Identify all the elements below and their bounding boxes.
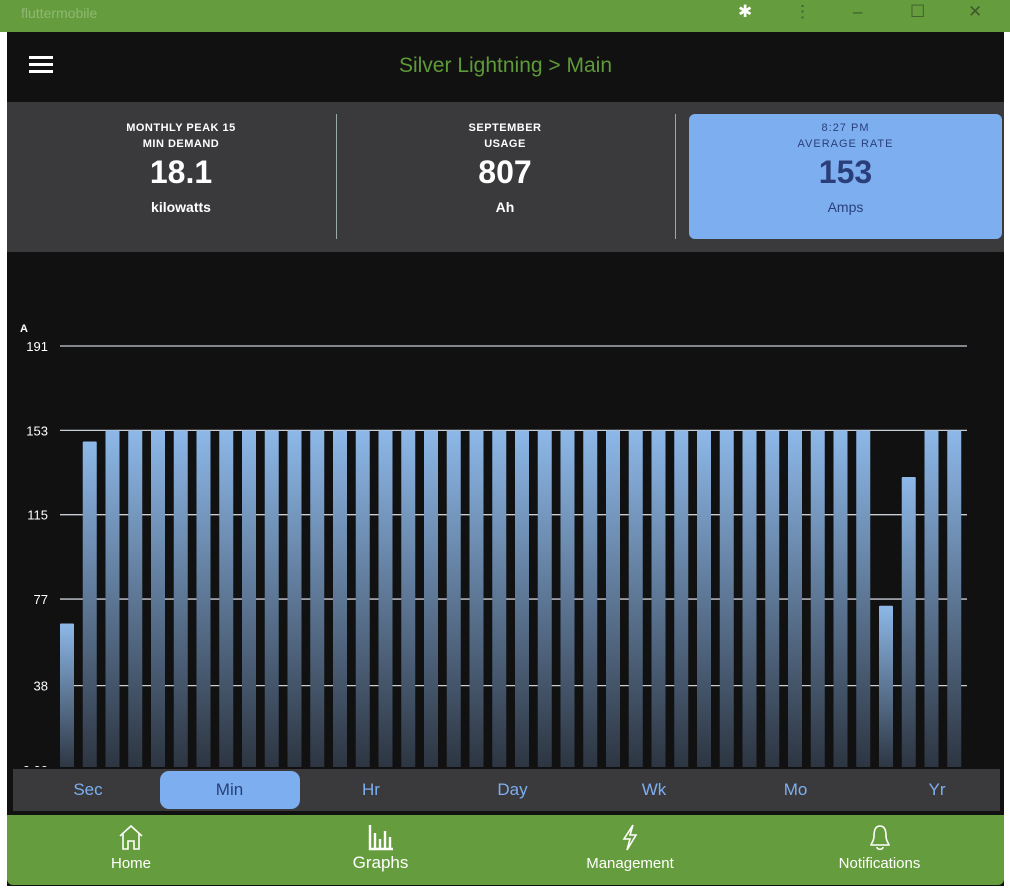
- stat-label: MONTHLY PEAK 15: [126, 122, 236, 134]
- app: Silver Lightning > Main MONTHLY PEAK 15 M…: [7, 32, 1004, 886]
- tab-min[interactable]: Min: [159, 771, 300, 809]
- bar[interactable]: [287, 430, 302, 767]
- nav-label: Graphs: [352, 853, 409, 872]
- bar[interactable]: [833, 430, 848, 767]
- tab-sec[interactable]: Sec: [18, 771, 158, 809]
- bar[interactable]: [788, 430, 802, 767]
- bar[interactable]: [173, 430, 188, 767]
- minimize-button[interactable]: –: [853, 2, 862, 22]
- stat-value: 153: [818, 154, 873, 190]
- bar[interactable]: [401, 430, 416, 767]
- bar[interactable]: [424, 430, 438, 767]
- bar[interactable]: [901, 476, 916, 767]
- stat-card-average-rate[interactable]: 8:27 PM AVERAGE RATE 153 Amps: [689, 114, 1002, 239]
- bar[interactable]: [310, 430, 325, 767]
- bar[interactable]: [128, 430, 143, 767]
- stat-label: MIN DEMAND: [142, 138, 220, 150]
- bar[interactable]: [446, 430, 461, 767]
- stat-unit: kilowatts: [151, 199, 211, 215]
- bar[interactable]: [606, 430, 620, 767]
- more-icon[interactable]: ⋮: [794, 2, 811, 22]
- stat-card-usage[interactable]: SEPTEMBER USAGE 807 Ah: [347, 114, 663, 239]
- nav-label: Management: [586, 855, 674, 872]
- window-titlebar: fluttermobile ✱ ⋮ – ☐ ✕: [0, 0, 1010, 32]
- stat-label: USAGE: [484, 138, 526, 150]
- stat-unit: Amps: [827, 199, 864, 215]
- bar[interactable]: [560, 430, 575, 767]
- tab-hr[interactable]: Hr: [301, 771, 441, 809]
- bar[interactable]: [947, 430, 962, 767]
- app-header: Silver Lightning > Main: [7, 32, 1004, 102]
- bar[interactable]: [492, 430, 507, 767]
- divider: [336, 114, 337, 239]
- bar[interactable]: [515, 430, 529, 767]
- tab-yr[interactable]: Yr: [867, 771, 1007, 809]
- bar-chart: 0.003877115153191AWed, 9/27/20238:01 PM8…: [20, 323, 967, 767]
- tab-mo[interactable]: Mo: [726, 771, 866, 809]
- bell-icon: [869, 825, 890, 851]
- stat-label: AVERAGE RATE: [797, 138, 894, 150]
- bar[interactable]: [924, 430, 939, 767]
- window-title: fluttermobile: [21, 5, 98, 21]
- nav-home[interactable]: Home: [31, 823, 231, 872]
- y-tick-label: 191: [26, 339, 48, 354]
- stat-value: 807: [478, 154, 532, 190]
- bar[interactable]: [105, 430, 120, 767]
- stat-unit: Ah: [495, 199, 515, 215]
- interval-tabs: Sec Min Hr Day Wk Mo Yr: [13, 769, 1000, 811]
- nav-notifications[interactable]: Notifications: [780, 823, 980, 872]
- bottom-nav: Home Graphs Management Notifications: [7, 815, 1004, 885]
- lightning-icon: [622, 824, 638, 851]
- y-tick-label: 38: [34, 679, 48, 694]
- stats-panel: MONTHLY PEAK 15 MIN DEMAND 18.1 kilowatts…: [7, 102, 1004, 252]
- bar[interactable]: [628, 430, 643, 767]
- bar[interactable]: [378, 430, 393, 767]
- y-tick-label: 77: [34, 592, 48, 607]
- bar[interactable]: [810, 430, 825, 767]
- bar[interactable]: [879, 605, 893, 767]
- stat-label: SEPTEMBER: [468, 122, 542, 134]
- nav-management[interactable]: Management: [530, 823, 730, 872]
- bar[interactable]: [333, 430, 347, 767]
- y-tick-label: 0.00: [23, 763, 48, 767]
- nav-graphs[interactable]: Graphs: [281, 823, 481, 873]
- bar[interactable]: [719, 430, 734, 767]
- bar[interactable]: [765, 430, 780, 767]
- bar[interactable]: [151, 430, 165, 767]
- divider: [675, 114, 676, 239]
- bar[interactable]: [60, 623, 74, 767]
- tab-wk[interactable]: Wk: [584, 771, 724, 809]
- bar[interactable]: [856, 430, 871, 767]
- bar[interactable]: [537, 430, 552, 767]
- bar[interactable]: [264, 430, 279, 767]
- nav-label: Notifications: [838, 855, 921, 872]
- y-axis-label: A: [20, 323, 28, 335]
- bar[interactable]: [242, 430, 256, 767]
- y-tick-label: 153: [26, 423, 48, 438]
- stat-card-peak-demand[interactable]: MONTHLY PEAK 15 MIN DEMAND 18.1 kilowatts: [23, 114, 339, 239]
- bar[interactable]: [82, 441, 97, 767]
- home-icon: [119, 824, 143, 850]
- bar[interactable]: [697, 430, 711, 767]
- nav-label: Home: [110, 855, 151, 872]
- bar[interactable]: [651, 430, 666, 767]
- stat-value: 18.1: [149, 154, 213, 190]
- bar[interactable]: [355, 430, 370, 767]
- bar[interactable]: [219, 430, 234, 767]
- tab-day[interactable]: Day: [443, 771, 583, 809]
- extension-icon[interactable]: ✱: [738, 2, 752, 22]
- bar[interactable]: [742, 430, 757, 767]
- y-tick-label: 115: [27, 508, 48, 523]
- bar[interactable]: [674, 430, 689, 767]
- bar[interactable]: [469, 430, 484, 767]
- bar-chart-icon: [368, 825, 393, 851]
- page-title: Silver Lightning > Main: [398, 54, 613, 77]
- bar[interactable]: [196, 430, 211, 767]
- bar[interactable]: [583, 430, 598, 767]
- stat-time: 8:27 PM: [821, 122, 870, 134]
- maximize-button[interactable]: ☐: [910, 2, 925, 22]
- close-button[interactable]: ✕: [968, 2, 982, 22]
